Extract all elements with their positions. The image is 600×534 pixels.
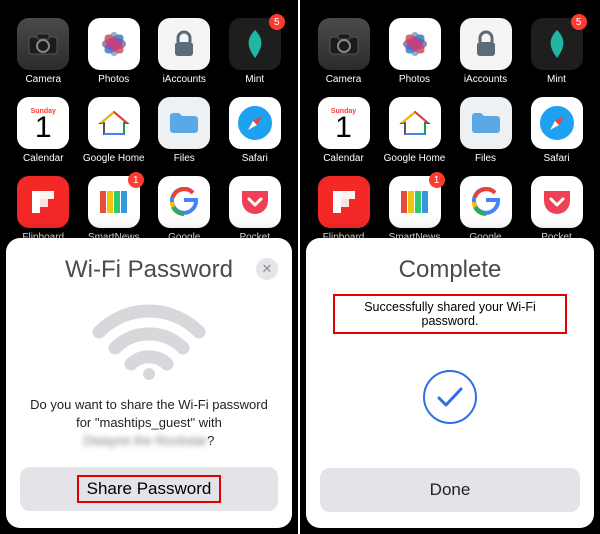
- complete-sheet: Complete Successfully shared your Wi-Fi …: [306, 238, 594, 528]
- home-icon: [389, 97, 441, 149]
- compass-icon: [229, 97, 281, 149]
- app-label: Safari: [242, 153, 268, 164]
- google-g-icon: [460, 176, 512, 228]
- close-icon[interactable]: ✕: [256, 258, 278, 280]
- app-mint[interactable]: 5 Mint: [525, 18, 588, 85]
- app-label: Mint: [547, 74, 566, 85]
- google-g-icon: [158, 176, 210, 228]
- app-label: Safari: [543, 153, 569, 164]
- app-files[interactable]: Files: [153, 97, 216, 164]
- checkmark-icon: [320, 370, 580, 424]
- badge: 5: [269, 14, 285, 30]
- pocket-icon: [531, 176, 583, 228]
- app-label: Google Home: [83, 153, 145, 164]
- flipboard-icon: [318, 176, 370, 228]
- calendar-icon: Sunday 1: [17, 97, 69, 149]
- app-google-home[interactable]: Google Home: [383, 97, 446, 164]
- app-label: Camera: [25, 74, 61, 85]
- app-label: Calendar: [323, 153, 364, 164]
- app-google[interactable]: Google: [153, 176, 216, 243]
- calendar-date: 1: [335, 113, 352, 143]
- calendar-icon: Sunday 1: [318, 97, 370, 149]
- app-label: iAccounts: [163, 74, 206, 85]
- app-label: Files: [174, 153, 195, 164]
- app-label: Photos: [98, 74, 129, 85]
- app-label: Files: [475, 153, 496, 164]
- folder-icon: [460, 97, 512, 149]
- app-google-home[interactable]: Google Home: [83, 97, 146, 164]
- photos-icon: [389, 18, 441, 70]
- lock-icon: [158, 18, 210, 70]
- app-photos[interactable]: Photos: [83, 18, 146, 85]
- app-flipboard[interactable]: Flipboard: [312, 176, 375, 243]
- app-label: Mint: [245, 74, 264, 85]
- sheet-title: Wi-Fi Password ✕: [20, 256, 278, 284]
- camera-icon: [17, 18, 69, 70]
- camera-icon: [318, 18, 370, 70]
- home-icon: [88, 97, 140, 149]
- phone-left: Camera Photos iAccounts 5 Mint: [0, 0, 300, 534]
- share-password-sheet: Wi-Fi Password ✕ Do you want to share th…: [6, 238, 292, 528]
- app-iaccounts[interactable]: iAccounts: [153, 18, 216, 85]
- app-label: iAccounts: [464, 74, 507, 85]
- home-screen-apps: Camera Photos iAccounts 5 Mint: [300, 0, 600, 243]
- flipboard-icon: [17, 176, 69, 228]
- news-icon: 1: [389, 176, 441, 228]
- done-button[interactable]: Done: [320, 468, 580, 512]
- mint-icon: 5: [229, 18, 281, 70]
- app-camera[interactable]: Camera: [312, 18, 375, 85]
- app-iaccounts[interactable]: iAccounts: [454, 18, 517, 85]
- highlight-ring: Share Password: [77, 475, 222, 503]
- share-password-button[interactable]: Share Password: [20, 467, 278, 511]
- app-label: Camera: [326, 74, 362, 85]
- folder-icon: [158, 97, 210, 149]
- share-prompt-text: Do you want to share the Wi-Fi password …: [20, 396, 278, 451]
- badge: 1: [128, 172, 144, 188]
- app-safari[interactable]: Safari: [525, 97, 588, 164]
- app-calendar[interactable]: Sunday 1 Calendar: [12, 97, 75, 164]
- sheet-title: Complete: [320, 256, 580, 284]
- pocket-icon: [229, 176, 281, 228]
- app-pocket[interactable]: Pocket: [224, 176, 287, 243]
- mint-icon: 5: [531, 18, 583, 70]
- app-smartnews[interactable]: 1 SmartNews: [383, 176, 446, 243]
- app-pocket[interactable]: Pocket: [525, 176, 588, 243]
- calendar-date: 1: [35, 113, 52, 143]
- badge: 1: [429, 172, 445, 188]
- photos-icon: [88, 18, 140, 70]
- phone-right: Camera Photos iAccounts 5 Mint: [300, 0, 600, 534]
- app-camera[interactable]: Camera: [12, 18, 75, 85]
- app-photos[interactable]: Photos: [383, 18, 446, 85]
- badge: 5: [571, 14, 587, 30]
- app-label: Photos: [399, 74, 430, 85]
- app-label: Calendar: [23, 153, 64, 164]
- redacted-contact: Dwayne the Rockstar: [84, 432, 208, 450]
- success-message: Successfully shared your Wi-Fi password.: [333, 294, 567, 334]
- lock-icon: [460, 18, 512, 70]
- news-icon: 1: [88, 176, 140, 228]
- compass-icon: [531, 97, 583, 149]
- home-screen-apps: Camera Photos iAccounts 5 Mint: [0, 0, 298, 243]
- app-google[interactable]: Google: [454, 176, 517, 243]
- app-smartnews[interactable]: 1 SmartNews: [83, 176, 146, 243]
- app-safari[interactable]: Safari: [224, 97, 287, 164]
- app-mint[interactable]: 5 Mint: [224, 18, 287, 85]
- app-files[interactable]: Files: [454, 97, 517, 164]
- app-flipboard[interactable]: Flipboard: [12, 176, 75, 243]
- wifi-icon: [20, 302, 278, 380]
- app-calendar[interactable]: Sunday 1 Calendar: [312, 97, 375, 164]
- app-label: Google Home: [384, 153, 446, 164]
